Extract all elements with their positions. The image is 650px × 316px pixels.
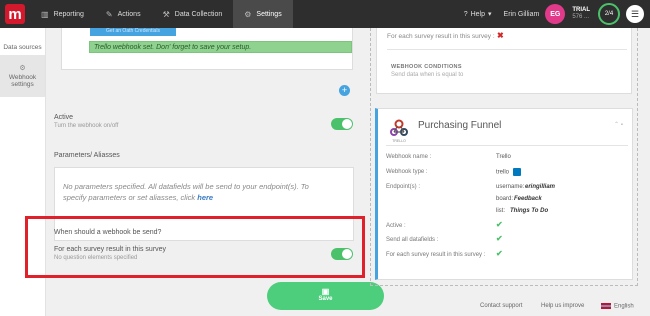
gear-icon: ⚙ [244, 9, 252, 19]
trello-icon [513, 168, 522, 176]
row-send-all-label: Send all datafields : [386, 237, 439, 243]
nav-settings[interactable]: ⚙ Settings [233, 0, 293, 28]
conditions-sub: Send data when is equal to [391, 72, 464, 78]
prev-each-label: For each survey result in this survey : [387, 33, 495, 40]
row-name-label: Webhook name : [386, 154, 432, 160]
floppy-icon: ▣ [321, 287, 330, 296]
endpoint-list-key: list: [496, 208, 505, 214]
sidebar-item-data-sources[interactable]: Data sources [0, 28, 45, 55]
active-setting: Active Turn the webhook on/off [54, 114, 354, 148]
type-text: trello [496, 169, 510, 176]
endpoint-username-value: eringilliam [525, 184, 556, 190]
help-menu[interactable]: ? Help ▾ [463, 10, 492, 19]
endpoint-board-key: board: [496, 196, 514, 202]
trello-setup-card: Get an Oath Credentials Trello webhook s… [61, 28, 353, 70]
row-active-label: Active : [386, 223, 406, 229]
top-nav-bar: m ▥ Reporting ✎ Actions ⚒ Data Collectio… [0, 0, 650, 28]
success-banner: Trello webhook set. Don' forget to save … [89, 41, 352, 53]
params-message: No parameters specified. All datafields … [63, 182, 309, 202]
nav-reporting[interactable]: ▥ Reporting [30, 0, 95, 28]
nav-actions-label: Actions [117, 10, 141, 18]
active-label: Active [54, 114, 74, 121]
row-type-value: trello [496, 168, 522, 176]
nav-actions[interactable]: ✎ Actions [95, 0, 152, 28]
top-right-controls: ? Help ▾ Erin Gilliam EG TRIAL 576 ... 2… [464, 0, 650, 28]
help-icon: ? [463, 10, 468, 18]
brand-logo[interactable]: m [0, 0, 30, 28]
card-title: Purchasing Funnel [418, 120, 502, 131]
cross-icon: ✖ [497, 31, 504, 40]
highlight-frame [25, 216, 365, 278]
webhook-summary-card: TRELLO Purchasing Funnel ⌃ ▪ Webhook nam… [375, 108, 633, 280]
wrench-icon: ⚒ [162, 9, 170, 19]
webhook-logo-graphic [390, 119, 408, 136]
check-icon: ✔ [496, 249, 503, 258]
trial-label: TRIAL [572, 6, 590, 13]
help-improve-link[interactable]: Help us improve [541, 303, 584, 309]
logo-mark: m [5, 4, 25, 24]
trial-badge[interactable]: TRIAL 576 ... [572, 7, 590, 21]
check-icon: ✔ [496, 220, 503, 229]
language-selector[interactable]: English [601, 303, 634, 310]
card-controls: ⌃ ▪ [614, 121, 623, 128]
params-text: No parameters specified. All datafields … [63, 181, 333, 203]
nav-reporting-label: Reporting [53, 10, 84, 18]
endpoint-board-value: Feedback [514, 196, 542, 202]
previous-webhook-card: For each survey result in this survey : … [376, 28, 632, 94]
row-type-label: Webhook type : [386, 169, 428, 175]
chart-icon: ▥ [41, 9, 49, 19]
nav-data-collection[interactable]: ⚒ Data Collection [152, 0, 234, 28]
endpoint-list-value: Things To Do [510, 208, 549, 214]
gear-icon: ⚙ [19, 65, 26, 72]
save-label: Save [318, 296, 333, 302]
oauth-button[interactable]: Get an Oath Credentials [90, 28, 176, 36]
progress-ring[interactable]: 2/4 [598, 3, 620, 25]
uk-flag-icon [601, 303, 611, 309]
contact-support-link[interactable]: Contact support [480, 303, 522, 309]
row-endpoints-label: Endpoint(s) : [386, 184, 421, 190]
endpoint-username-key: username: [496, 184, 525, 190]
active-sub: Turn the webhook on/off [54, 123, 119, 129]
edit-icon: ✎ [105, 9, 113, 19]
divider [386, 145, 628, 146]
row-name-value: Trello [496, 154, 511, 160]
nav-settings-label: Settings [256, 10, 282, 18]
chevron-down-icon: ▾ [488, 11, 492, 18]
params-label: Parameters/ Aliasses [54, 152, 120, 159]
user-name[interactable]: Erin Gilliam [504, 11, 540, 18]
webhook-icon: TRELLO [388, 117, 410, 143]
check-icon: ✔ [496, 234, 503, 243]
icon-caption: TRELLO [392, 139, 406, 143]
add-webhook-button[interactable]: + [339, 85, 350, 96]
sidebar-item-label: Data sources [3, 44, 42, 51]
nav-data-collection-label: Data Collection [174, 10, 223, 18]
save-button[interactable]: ▣ Save [267, 282, 384, 310]
conditions-title: WEBHOOK CONDITIONS [391, 64, 462, 70]
row-each-label: For each survey result in this survey : [386, 252, 486, 258]
delete-icon[interactable]: ▪ [621, 122, 623, 128]
help-label: Help [470, 10, 486, 18]
params-here-link[interactable]: here [197, 193, 213, 202]
trial-sub: 576 ... [572, 14, 590, 20]
divider [387, 49, 627, 50]
avatar[interactable]: EG [545, 4, 566, 24]
language-label: English [614, 303, 634, 310]
sidebar-item-webhook-settings[interactable]: ⚙ Webhook settings [0, 55, 45, 97]
active-toggle[interactable] [331, 118, 353, 130]
menu-icon[interactable]: ☰ [626, 5, 644, 23]
sidebar-item-label: Webhook settings [8, 74, 37, 88]
collapse-icon[interactable]: ⌃ [614, 122, 619, 128]
